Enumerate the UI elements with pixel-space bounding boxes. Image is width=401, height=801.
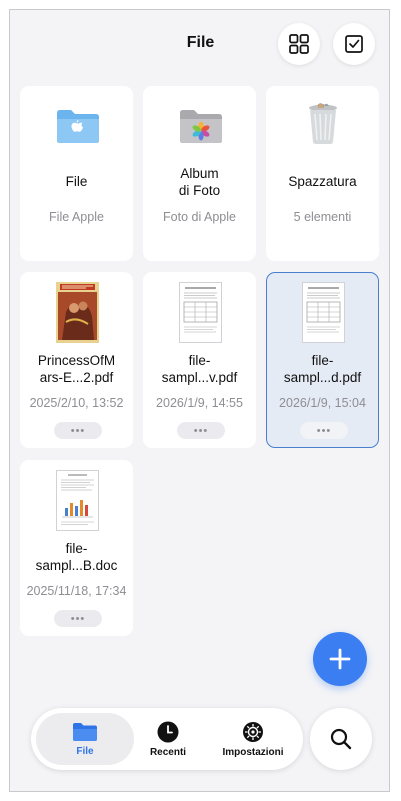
select-button[interactable] [333,23,375,65]
tab-recenti[interactable]: Recenti [138,713,198,765]
location-name: Spazzatura [288,174,357,189]
location-card-photos[interactable]: Album di Foto Foto di Apple [143,86,256,261]
file-name-line1: file- [188,353,211,368]
tab-file[interactable]: File [36,713,134,765]
file-date: 2026/1/9, 15:04 [279,396,366,410]
file-card[interactable]: PrincessOfM ars-E...2.pdf 2025/2/10, 13:… [20,272,133,448]
file-name-line2: sampl...v.pdf [161,370,238,385]
document-table-thumbnail [302,282,345,343]
tab-impostazioni[interactable]: Impostazioni [210,713,296,765]
app-screen: File File File Apple Album di Foto Foto … [9,9,390,792]
file-date: 2026/1/9, 14:55 [156,396,243,410]
more-options-button[interactable]: ••• [177,422,225,439]
file-name-line2: sampl...d.pdf [283,370,362,385]
tab-label: Recenti [149,746,187,758]
folder-icloud-icon [57,110,99,143]
document-table-thumbnail [179,282,222,343]
search-button[interactable] [310,708,372,770]
file-card-selected[interactable]: file- sampl...d.pdf 2026/1/9, 15:04 ••• [266,272,379,448]
tab-bar: File Recenti Impostazioni [31,708,303,770]
file-name-line1: file- [311,353,334,368]
more-options-button[interactable]: ••• [300,422,348,439]
clock-icon [157,721,179,742]
more-options-button[interactable]: ••• [54,610,102,627]
more-options-button[interactable]: ••• [54,422,102,439]
photos-folder-icon [180,110,222,143]
file-name: file- sampl...d.pdf [267,352,378,386]
location-name-line1: Album [180,166,219,181]
grid-view-button[interactable] [278,23,320,65]
file-name: PrincessOfM ars-E...2.pdf [21,352,132,386]
location-name: File [65,174,88,189]
book-cover-thumbnail [56,282,99,343]
file-card[interactable]: file- sampl...B.doc 2025/11/18, 17:34 ••… [20,460,133,636]
file-card[interactable]: file- sampl...v.pdf 2026/1/9, 14:55 ••• [143,272,256,448]
search-icon [330,728,352,750]
document-chart-thumbnail [56,470,99,531]
add-button[interactable] [313,632,367,686]
grid-view-icon [289,34,309,54]
location-subtitle: Foto di Apple [163,210,236,224]
file-name-line1: PrincessOfM [37,353,116,368]
location-subtitle: 5 elementi [293,210,352,224]
tab-label: Impostazioni [222,746,284,758]
location-name: Album di Foto [144,165,255,199]
trash-icon [309,103,337,144]
file-date: 2025/11/18, 17:34 [26,584,127,598]
tab-label: File [76,745,94,757]
file-name-line1: file- [65,541,88,556]
file-name: file- sampl...v.pdf [144,352,255,386]
location-name-line2: di Foto [178,183,221,198]
plus-icon [329,648,351,670]
file-name-line2: sampl...B.doc [35,558,118,573]
folder-icon [73,722,97,741]
gear-icon [243,721,263,742]
location-subtitle: File Apple [49,210,104,224]
checkbox-select-icon [345,35,363,53]
location-card-trash[interactable]: Spazzatura 5 elementi [266,86,379,261]
file-date: 2025/2/10, 13:52 [29,396,124,410]
location-card-file[interactable]: File File Apple [20,86,133,261]
file-name-line2: ars-E...2.pdf [39,370,114,385]
file-name: file- sampl...B.doc [21,540,132,574]
